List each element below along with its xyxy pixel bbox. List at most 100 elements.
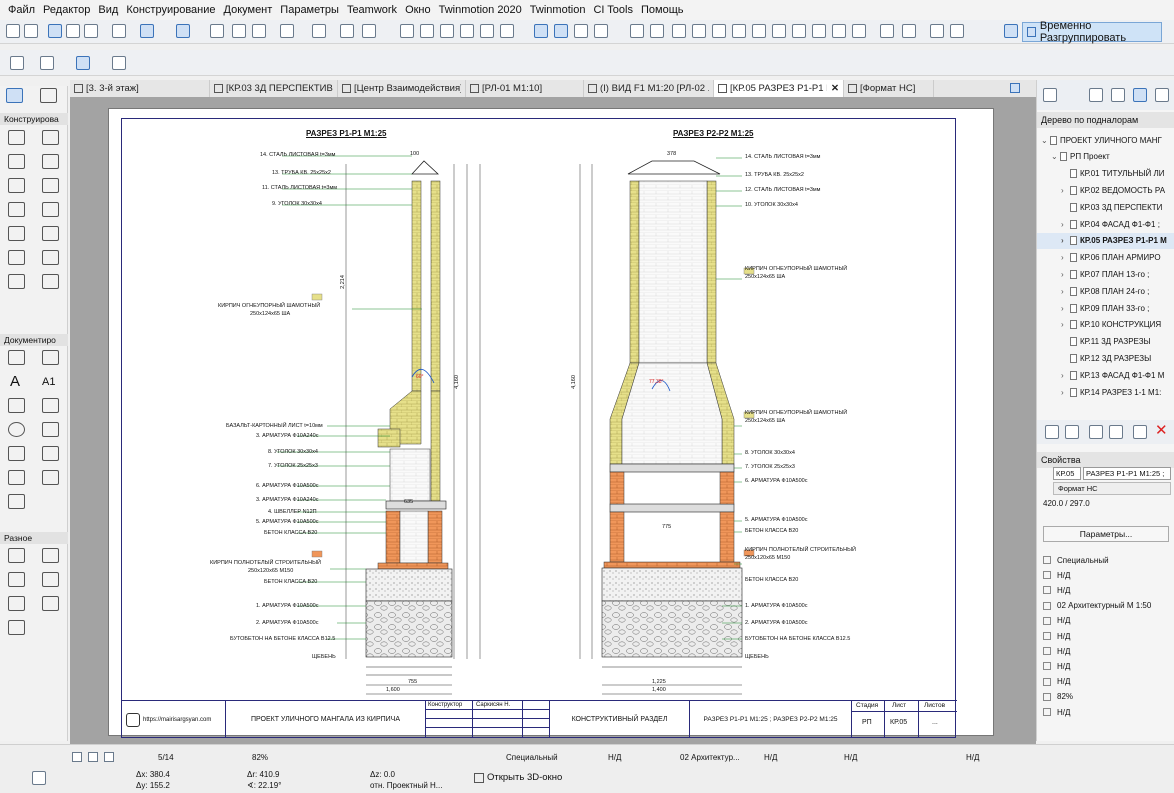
multiply-icon[interactable] [852, 24, 866, 38]
section-document[interactable]: Документиро [0, 334, 68, 346]
dimension-tool-icon[interactable] [8, 350, 25, 365]
property-format[interactable]: Формат НС [1053, 482, 1171, 495]
paint-icon[interactable] [362, 24, 376, 38]
view-tab[interactable]: [РЛ-01 М1:10] [466, 80, 584, 97]
line-tool-icon[interactable] [42, 398, 59, 413]
rotate-icon[interactable] [752, 24, 766, 38]
expand-caret-icon[interactable]: › [1061, 186, 1070, 195]
magic-icon[interactable] [480, 24, 494, 38]
undo-view-icon[interactable] [72, 752, 82, 762]
expand-caret-icon[interactable]: › [1061, 320, 1070, 329]
back-icon[interactable] [732, 24, 746, 38]
expand-caret-icon[interactable]: › [1061, 371, 1070, 380]
transfer-icon[interactable] [340, 24, 354, 38]
menu-item[interactable]: Teamwork [343, 4, 401, 16]
title-site[interactable]: https://mairisargsyan.com [143, 717, 211, 723]
curtain-wall-tool-icon[interactable] [8, 250, 25, 265]
view-tab[interactable]: [Формат НС] [844, 80, 934, 97]
expand-caret-icon[interactable]: › [1061, 388, 1070, 397]
new-layout-icon[interactable] [1045, 425, 1059, 439]
pick-icon[interactable] [48, 24, 62, 38]
beam-tool-icon[interactable] [8, 154, 25, 169]
property-id[interactable]: КР.05 [1053, 467, 1081, 480]
distribute-icon[interactable] [650, 24, 664, 38]
expand-caret-icon[interactable]: ⌄ [1051, 152, 1060, 161]
settings-icon[interactable] [1109, 425, 1123, 439]
navigator-item[interactable]: › КР.08 ПЛАН 24-го ; [1037, 283, 1174, 299]
hat-icon[interactable] [902, 24, 916, 38]
expand-caret-icon[interactable]: › [1061, 253, 1070, 262]
expand-caret-icon[interactable]: › [1061, 270, 1070, 279]
lock-icon[interactable] [672, 24, 686, 38]
navigator-item[interactable]: › КР.06 ПЛАН АРМИРО [1037, 250, 1174, 266]
layout-book-icon[interactable] [1133, 88, 1147, 102]
property-row[interactable]: Н/Д [1037, 614, 1174, 628]
scissors-icon[interactable] [400, 24, 414, 38]
expand-caret-icon[interactable]: › [1061, 236, 1070, 245]
close-tab-icon[interactable]: ✕ [831, 83, 839, 94]
drawing-tool-icon[interactable] [8, 620, 25, 635]
new-subset-icon[interactable] [1065, 425, 1079, 439]
property-name[interactable]: РАЗРЕЗ Р1-Р1 М1:25 ; [1083, 467, 1171, 480]
marquee-icon[interactable] [40, 56, 54, 70]
pencil-edit-icon[interactable] [1004, 24, 1018, 38]
resize-icon[interactable] [832, 24, 846, 38]
3d-icon[interactable] [930, 24, 944, 38]
align-icon[interactable] [630, 24, 644, 38]
section-design[interactable]: Конструирова [0, 113, 68, 125]
property-row[interactable]: Н/Д [1037, 705, 1174, 719]
navigator-item[interactable]: › КР.13 ФАСАД Ф1-Ф1 М [1037, 367, 1174, 383]
hash-icon[interactable] [210, 24, 224, 38]
trim-icon[interactable] [420, 24, 434, 38]
status-nd-1[interactable]: Н/Д [608, 753, 621, 762]
expand-caret-icon[interactable]: › [1061, 287, 1070, 296]
property-row[interactable]: Н/Д [1037, 629, 1174, 643]
navigator-item[interactable]: › КР.02 ВЕДОМОСТЬ РА [1037, 182, 1174, 198]
navigator-item[interactable]: › КР.04 ФАСАД Ф1-Ф1 ; [1037, 216, 1174, 232]
fill-tool-icon[interactable] [8, 398, 25, 413]
column-tool-icon[interactable] [42, 130, 59, 145]
menu-item[interactable]: Окно [401, 4, 435, 16]
layout-canvas[interactable]: РАЗРЕЗ Р1-Р1 М1:25 РАЗРЕЗ Р2-Р2 М1:25 60… [70, 97, 1036, 744]
grid-snap-icon[interactable] [176, 24, 190, 38]
redo-icon[interactable] [24, 24, 38, 38]
section-misc[interactable]: Разное [0, 532, 68, 544]
delete-icon[interactable]: ✕ [1155, 421, 1168, 439]
unlock-icon[interactable] [692, 24, 706, 38]
morph-tool-icon[interactable] [42, 250, 59, 265]
expand-caret-icon[interactable]: › [1061, 304, 1070, 313]
group-icon[interactable] [554, 24, 568, 38]
ruler-icon[interactable] [112, 24, 126, 38]
stair-tool-icon[interactable] [42, 178, 59, 193]
eyedropper-icon[interactable] [66, 24, 80, 38]
spline-tool-icon[interactable] [8, 572, 25, 587]
slab-tool-icon[interactable] [8, 202, 25, 217]
property-row[interactable]: 82% [1037, 690, 1174, 704]
wall-tool-icon[interactable] [8, 130, 25, 145]
object-tool-icon[interactable] [8, 274, 25, 289]
zoom-level[interactable]: 82% [252, 753, 268, 762]
snap-guides-icon[interactable] [140, 24, 154, 38]
navigator-item[interactable]: › КР.10 КОНСТРУКЦИЯ [1037, 317, 1174, 333]
merge-icon[interactable] [500, 24, 514, 38]
property-row[interactable]: Н/Д [1037, 568, 1174, 582]
navigator-item[interactable]: ⌄ ПРОЕКТ УЛИЧНОГО МАНГ [1037, 132, 1174, 148]
select-group-icon[interactable] [534, 24, 548, 38]
temporary-ungroup-button[interactable]: Временно Разгруппировать [1022, 20, 1162, 44]
eye-icon[interactable] [880, 24, 894, 38]
door-tool-icon[interactable] [8, 178, 25, 193]
ungroup-icon[interactable] [574, 24, 588, 38]
hotspot-tool-icon[interactable] [42, 572, 59, 587]
menu-item[interactable]: Twinmotion 2020 [435, 4, 526, 16]
params-button[interactable]: Параметры... [1043, 526, 1169, 542]
arc-tool-icon[interactable] [42, 422, 59, 437]
property-row[interactable]: 02 Архитектурный М 1:50 [1037, 599, 1174, 613]
trace-icon[interactable] [10, 56, 24, 70]
window-tool-icon[interactable] [42, 154, 59, 169]
stretch-icon[interactable] [812, 24, 826, 38]
view-tab[interactable]: [КР.05 РАЗРЕЗ Р1-Р1 М1:2... ✕ [714, 80, 844, 97]
zoom-in-icon[interactable] [104, 752, 114, 762]
navigator-item[interactable]: КР.12 3Д РАЗРЕЗЫ [1037, 350, 1174, 366]
reference-level[interactable]: отн. Проектный Н... [370, 781, 442, 790]
view-tab[interactable]: [КР.03 3Д ПЕРСПЕКТИВЫ] [210, 80, 338, 97]
